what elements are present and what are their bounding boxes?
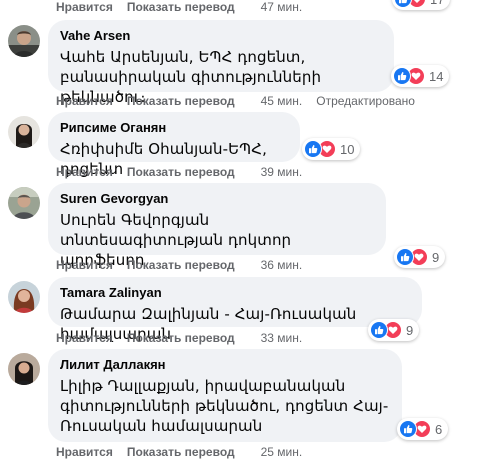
- like-icon: [394, 0, 412, 8]
- like-icon: [399, 420, 417, 438]
- reactions-summary[interactable]: 9: [394, 246, 446, 268]
- show-translation-button[interactable]: Показать перевод: [127, 258, 235, 272]
- like-button[interactable]: Нравится: [56, 165, 113, 179]
- avatar[interactable]: [8, 187, 40, 219]
- reactions-summary[interactable]: 9: [368, 319, 420, 341]
- comment-bubble: Suren Gevorgyan Սուրեն Գեվորգյան տնտեսագ…: [48, 183, 386, 269]
- comment-actions: Нравится Показать перевод 39 мин.: [56, 164, 316, 180]
- comment-author[interactable]: Рипсиме Оганян: [60, 120, 288, 136]
- like-icon: [304, 140, 322, 158]
- reactions-summary[interactable]: 10: [302, 138, 361, 160]
- like-button[interactable]: Нравится: [56, 445, 113, 459]
- timestamp-link[interactable]: 33 мин.: [261, 331, 303, 345]
- like-button[interactable]: Нравится: [56, 258, 113, 272]
- comment-actions: Нравится Показать перевод 25 мин.: [56, 444, 316, 460]
- avatar[interactable]: [8, 281, 40, 313]
- timestamp-link[interactable]: 36 мин.: [261, 258, 303, 272]
- comment-actions: Нравится Показать перевод 36 мин.: [56, 257, 316, 273]
- reaction-count: 10: [340, 141, 355, 157]
- reactions-summary[interactable]: 6: [397, 418, 449, 440]
- reaction-count: 9: [432, 249, 440, 265]
- reaction-count: 6: [435, 421, 443, 437]
- comment-actions: Нравится Показать перевод 33 мин.: [56, 330, 316, 346]
- like-icon: [396, 248, 414, 266]
- timestamp-link[interactable]: 47 мин.: [261, 0, 303, 14]
- comment-author[interactable]: Лилит Даллакян: [60, 357, 390, 373]
- avatar[interactable]: [8, 353, 40, 385]
- show-translation-button[interactable]: Показать перевод: [127, 445, 235, 459]
- avatar[interactable]: [8, 116, 40, 148]
- comment-bubble: Vahe Arsen Վահե Արսենյան, ԵՊՀ դոցենտ, բա…: [48, 20, 394, 106]
- like-icon: [393, 67, 411, 85]
- show-translation-button[interactable]: Показать перевод: [127, 94, 235, 108]
- reaction-count: 14: [429, 68, 444, 84]
- avatar[interactable]: [8, 25, 40, 57]
- comment-author[interactable]: Suren Gevorgyan: [60, 191, 374, 207]
- edited-label[interactable]: Отредактировано: [316, 94, 415, 108]
- reaction-count: 17: [430, 0, 444, 7]
- show-translation-button[interactable]: Показать перевод: [127, 165, 235, 179]
- timestamp-link[interactable]: 25 мин.: [261, 445, 303, 459]
- comment-author[interactable]: Vahe Arsen: [60, 28, 382, 44]
- comment-actions: Нравится Показать перевод 45 мин. Отреда…: [56, 93, 415, 109]
- timestamp-link[interactable]: 39 мин.: [261, 165, 303, 179]
- comment-text: Լիլիթ Դալլաքյան, իրավաբանական գիտություն…: [60, 377, 389, 435]
- comment-actions-top: Нравится Показать перевод 47 мин.: [56, 0, 316, 15]
- reactions-summary[interactable]: 14: [391, 65, 450, 87]
- comment-bubble: Tamara Zalinyan Թամարա Զալինյան - Հայ-Ռո…: [48, 277, 422, 343]
- timestamp-link[interactable]: 45 мин.: [261, 94, 303, 108]
- like-button[interactable]: Нравится: [56, 94, 113, 108]
- comment-bubble: Рипсиме Оганян Հռիփսիմե Օհանյան-ԵՊՀ, դոց…: [48, 112, 300, 178]
- reactions-summary[interactable]: 17: [392, 0, 451, 10]
- show-translation-button[interactable]: Показать перевод: [127, 331, 235, 345]
- show-translation-button[interactable]: Показать перевод: [127, 0, 235, 14]
- reaction-count: 9: [406, 322, 414, 338]
- comment-author[interactable]: Tamara Zalinyan: [60, 285, 410, 301]
- like-button[interactable]: Нравится: [56, 331, 113, 345]
- comment-bubble: Лилит Даллакян Լիլիթ Դալլաքյան, իրավաբան…: [48, 349, 402, 442]
- like-button[interactable]: Нравится: [56, 0, 113, 14]
- like-icon: [370, 321, 388, 339]
